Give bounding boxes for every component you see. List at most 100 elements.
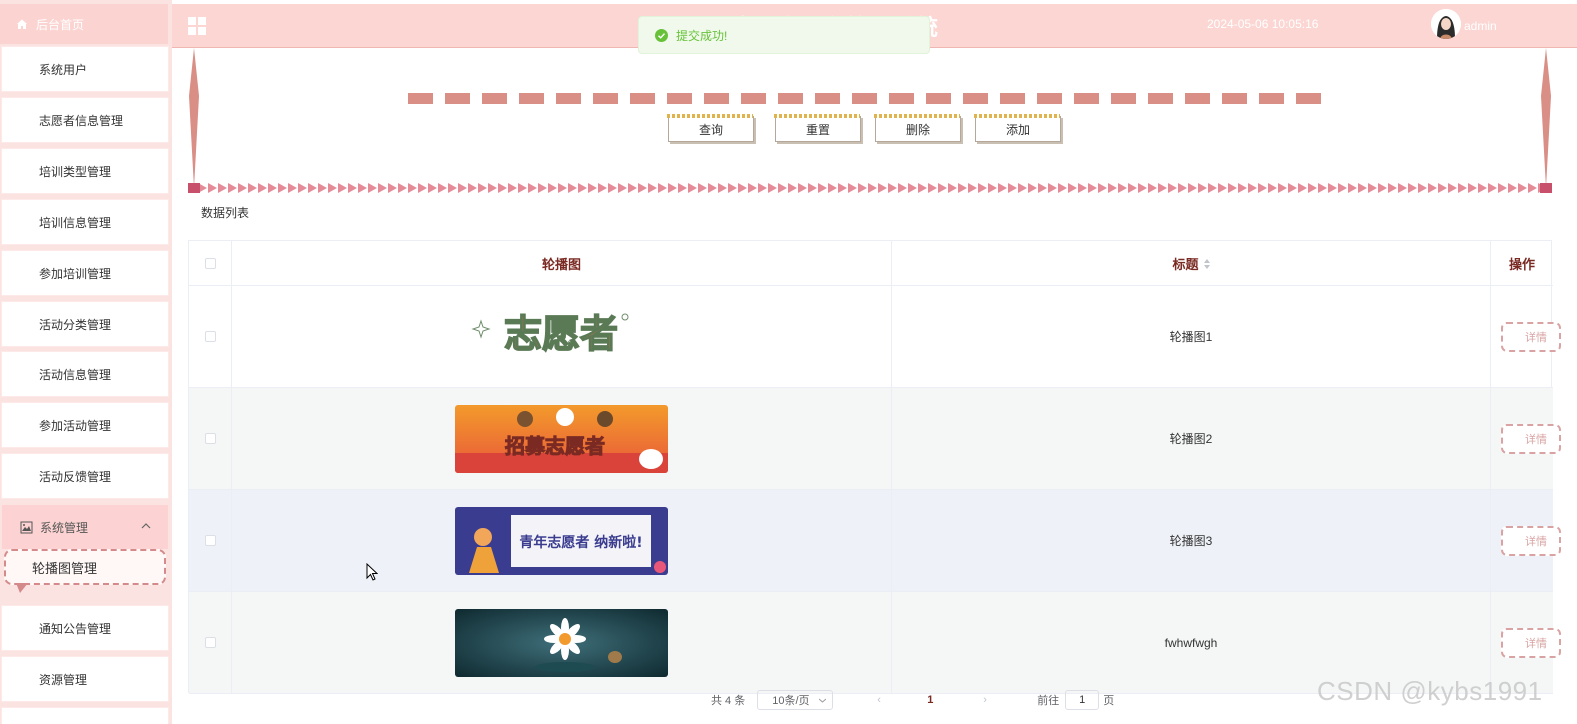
toast-message: 提交成功!	[676, 28, 728, 43]
prev-page-button[interactable]: ‹	[877, 694, 891, 706]
table-row: 招募志愿者 轮播图2 详情	[189, 388, 1561, 490]
thumbnail-image: 招募志愿者	[455, 404, 668, 473]
delete-button[interactable]: 删除	[874, 114, 961, 142]
sidebar-item-notice[interactable]: 通知公告管理	[2, 606, 168, 650]
sidebar-item-resource[interactable]: 资源管理	[2, 657, 168, 701]
datetime: 2024-05-06 10:05:16	[1207, 17, 1319, 31]
thumbnail-text: 志愿者	[504, 312, 618, 356]
sidebar-item-label: 活动信息管理	[39, 367, 112, 382]
row-checkbox[interactable]	[204, 331, 216, 342]
row-checkbox[interactable]	[204, 637, 216, 648]
detail-button[interactable]: 详情	[1501, 628, 1561, 658]
select-all-cell	[189, 241, 232, 286]
row-select-cell	[189, 490, 232, 591]
grid-menu-icon[interactable]	[188, 17, 206, 35]
detail-button[interactable]: 详情	[1501, 424, 1561, 454]
row-checkbox[interactable]	[204, 433, 216, 444]
goto-unit: 页	[1103, 695, 1115, 707]
column-image: 轮播图	[232, 241, 892, 286]
column-title[interactable]: 标题	[892, 241, 1491, 286]
sidebar-item-label: 培训类型管理	[39, 164, 112, 179]
sidebar-home[interactable]: 后台首页	[0, 4, 168, 44]
thumbnail-text: 招募志愿者	[505, 434, 605, 458]
row-title-cell: 轮播图2	[892, 388, 1491, 489]
sidebar-item-label: 轮播图管理	[32, 560, 98, 576]
sidebar-item-join-activity[interactable]: 参加活动管理	[2, 403, 168, 447]
goto-page-input[interactable]: 1	[1065, 690, 1100, 710]
decor-spike-left	[189, 48, 199, 188]
carousel-thumbnail: 青年志愿者 纳新啦!	[455, 506, 668, 575]
sidebar-item-label: 通知公告管理	[39, 621, 112, 636]
chevron-down-icon	[819, 698, 827, 703]
avatar-icon	[1431, 9, 1461, 39]
row-title-cell: 轮播图3	[892, 490, 1491, 591]
row-image-cell: 青年志愿者 纳新啦!	[232, 490, 892, 591]
query-button[interactable]: 查询	[667, 114, 754, 142]
page-size-select[interactable]: 10条/页	[757, 690, 834, 710]
thumbnail-image: 志愿者	[471, 311, 629, 356]
sort-icon[interactable]	[1203, 258, 1210, 269]
sidebar-item-volunteer[interactable]: 志愿者信息管理	[2, 98, 168, 142]
search-panel: 查询 重置 删除 添加	[188, 48, 1552, 193]
row-image-cell	[232, 592, 892, 693]
sidebar-item-more[interactable]	[2, 708, 168, 724]
avatar[interactable]	[1431, 9, 1461, 39]
detail-button[interactable]: 详情	[1501, 322, 1561, 352]
list-title: 数据列表	[201, 206, 250, 220]
sidebar-item-label: 参加培训管理	[39, 266, 112, 281]
sidebar-group-label: 系统管理	[40, 520, 89, 535]
carousel-thumbnail: 招募志愿者	[455, 404, 668, 473]
sidebar-item-training-info[interactable]: 培训信息管理	[2, 200, 168, 244]
next-page-button[interactable]: ›	[983, 694, 997, 706]
sidebar-home-label: 后台首页	[36, 17, 85, 32]
data-table: 轮播图 标题 操作 志愿者 轮播图1 详情 招募志愿者 轮播图2 详情 青年志愿…	[188, 240, 1561, 694]
sidebar-item-activity-category[interactable]: 活动分类管理	[2, 302, 168, 346]
check-circle-icon	[655, 28, 668, 42]
current-page[interactable]: 1	[927, 694, 947, 706]
add-button[interactable]: 添加	[974, 114, 1061, 142]
sidebar-item-label: 志愿者信息管理	[39, 113, 124, 128]
chevron-up-icon	[141, 523, 151, 529]
username[interactable]: admin	[1464, 19, 1497, 33]
row-select-cell	[189, 388, 232, 489]
carousel-thumbnail	[455, 608, 668, 677]
column-action-label: 操作	[1508, 257, 1535, 272]
sidebar-item-label: 系统用户	[39, 62, 88, 77]
thumbnail-text: 青年志愿者 纳新啦!	[519, 534, 642, 551]
sidebar-item-label: 培训信息管理	[39, 215, 112, 230]
decor-chain-divider	[188, 183, 1552, 193]
watermark: CSDN @kybs1991	[1317, 676, 1543, 706]
page-size-value: 10条/页	[772, 695, 810, 707]
pagination: 共 4 条 10条/页 ‹ 1 › 前往 1 页	[711, 690, 1114, 710]
column-action: 操作	[1491, 241, 1553, 286]
sidebar: 后台首页 系统用户 志愿者信息管理 培训类型管理 培训信息管理 参加培训管理 活…	[0, 0, 172, 724]
thumbnail-image	[455, 608, 668, 677]
detail-button[interactable]: 详情	[1501, 526, 1561, 556]
sidebar-item-label: 参加活动管理	[39, 418, 112, 433]
sidebar-item-activity-info[interactable]: 活动信息管理	[2, 352, 168, 396]
table-row: 青年志愿者 纳新啦! 轮播图3 详情	[189, 490, 1561, 592]
sidebar-item-join-training[interactable]: 参加培训管理	[2, 251, 168, 295]
reset-button[interactable]: 重置	[774, 114, 861, 142]
sidebar-item-users[interactable]: 系统用户	[2, 47, 168, 91]
column-image-label: 轮播图	[541, 257, 581, 272]
mouse-cursor-icon	[366, 563, 378, 581]
search-fields-placeholder	[408, 93, 1321, 104]
carousel-thumbnail: 志愿者	[455, 302, 668, 371]
sidebar-item-label: 活动反馈管理	[39, 469, 112, 484]
decor-spike-right	[1541, 48, 1551, 188]
select-all-checkbox[interactable]	[204, 258, 216, 269]
row-image-cell: 招募志愿者	[232, 388, 892, 489]
image-icon	[20, 521, 33, 533]
row-select-cell	[189, 286, 232, 387]
table-header: 轮播图 标题 操作	[189, 241, 1553, 286]
bubble-tail	[16, 583, 28, 593]
sidebar-item-training-type[interactable]: 培训类型管理	[2, 149, 168, 193]
sidebar-item-label: 资源管理	[39, 672, 88, 687]
thumbnail-image: 青年志愿者 纳新啦!	[455, 506, 668, 575]
total-count: 共 4 条	[711, 695, 746, 707]
sidebar-item-activity-feedback[interactable]: 活动反馈管理	[2, 454, 168, 498]
row-checkbox[interactable]	[204, 535, 216, 546]
sidebar-item-carousel[interactable]: 轮播图管理	[4, 549, 166, 593]
sidebar-group-system[interactable]: 系统管理	[2, 505, 168, 549]
